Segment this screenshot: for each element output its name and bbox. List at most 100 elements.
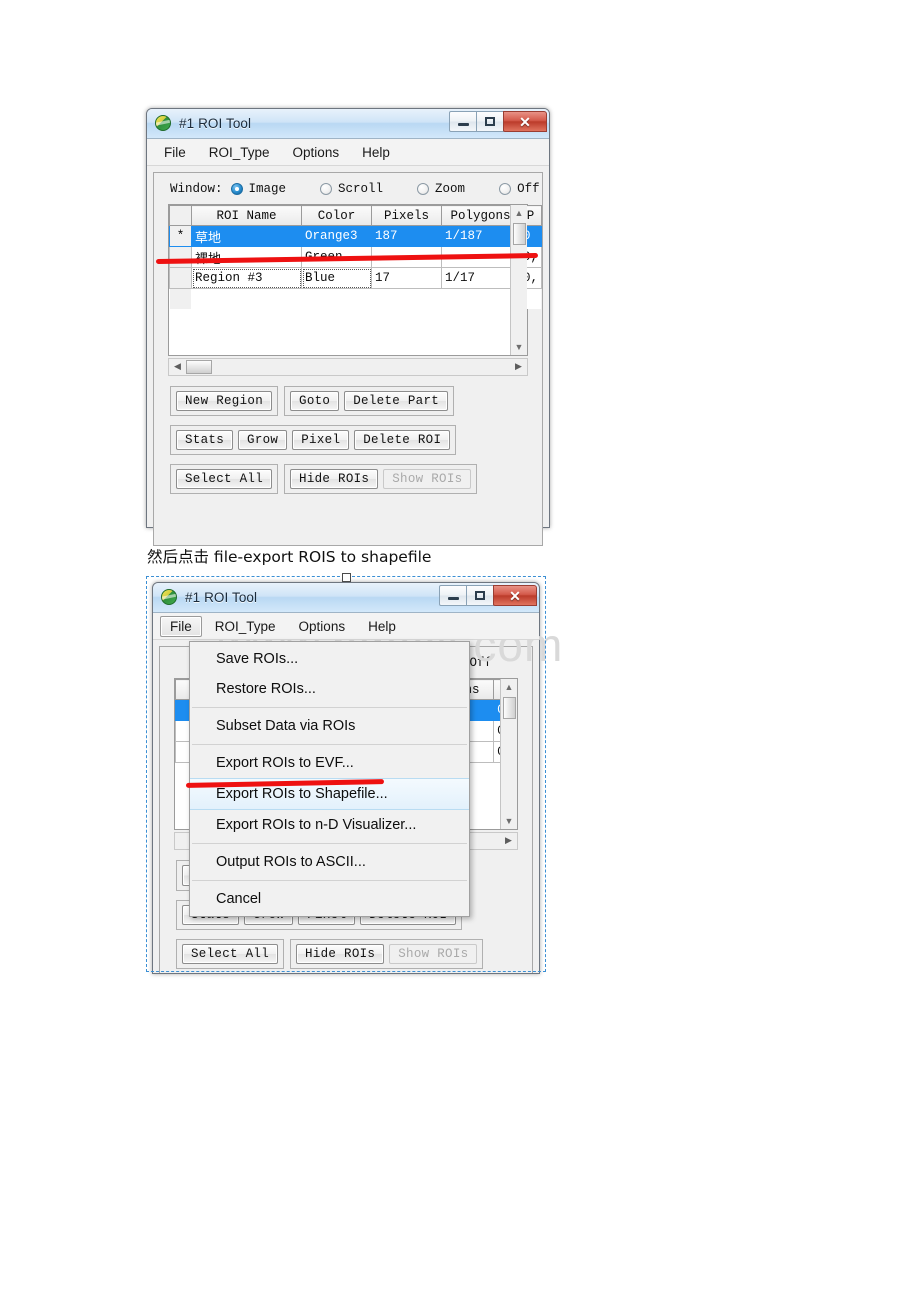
- caption-chinese-and-english: 然后点击 file-export ROIS to shapefile: [147, 548, 432, 566]
- goto-button[interactable]: Goto: [290, 391, 340, 411]
- col-polygons[interactable]: Polygons: [441, 205, 520, 226]
- minimize-button[interactable]: [439, 585, 467, 606]
- delete-roi-button[interactable]: Delete ROI: [354, 430, 451, 450]
- table-row[interactable]: 裸地 Green 0,: [169, 246, 542, 268]
- menu-options[interactable]: Options: [283, 142, 350, 163]
- row-color[interactable]: Green: [301, 246, 372, 268]
- menu-file[interactable]: File: [154, 142, 196, 163]
- hide-rois-button[interactable]: Hide ROIs: [296, 944, 385, 964]
- maximize-button[interactable]: [466, 585, 494, 606]
- show-rois-button: Show ROIs: [389, 944, 478, 964]
- roi-globe-icon: [155, 115, 172, 132]
- row-color[interactable]: Orange3: [301, 225, 372, 247]
- selection-handle-top[interactable]: [342, 573, 351, 582]
- col-pixels[interactable]: Pixels: [371, 205, 442, 226]
- menu-item-export-rois-to-nd-visualizer[interactable]: Export ROIs to n-D Visualizer...: [190, 810, 469, 840]
- button-row-3: Select All Hide ROIs Show ROIs: [170, 464, 526, 494]
- menu-options[interactable]: Options: [289, 616, 356, 637]
- menu-item-subset-data-via-rois[interactable]: Subset Data via ROIs: [190, 711, 469, 741]
- scroll-down-icon[interactable]: ▼: [501, 813, 517, 829]
- menu-roi-type[interactable]: ROI_Type: [205, 616, 286, 637]
- file-dropdown-menu[interactable]: Save ROIs... Restore ROIs... Subset Data…: [189, 641, 470, 917]
- scroll-up-icon[interactable]: ▲: [511, 205, 527, 221]
- col-mark[interactable]: [169, 205, 192, 226]
- menu-file[interactable]: File: [160, 615, 202, 637]
- radio-off-label: Off: [469, 656, 492, 670]
- vscroll-thumb[interactable]: [502, 697, 516, 719]
- scroll-right-icon[interactable]: ▶: [500, 836, 517, 846]
- radio-zoom-icon[interactable]: [417, 183, 430, 195]
- roi-table-container[interactable]: ROI Name Color Pixels Polygons P * 草地 Or…: [168, 204, 542, 356]
- menu-help[interactable]: Help: [352, 142, 400, 163]
- col-color[interactable]: Color: [301, 205, 372, 226]
- scroll-up-icon[interactable]: ▲: [501, 679, 517, 695]
- row-roi-name[interactable]: Region #3: [191, 267, 302, 289]
- roi-globe-icon: [161, 589, 178, 606]
- window-2-menubar[interactable]: File ROI_Type Options Help: [153, 613, 539, 640]
- roi-table[interactable]: ROI Name Color Pixels Polygons P * 草地 Or…: [169, 205, 542, 310]
- pixel-button[interactable]: Pixel: [292, 430, 350, 450]
- radio-option-scroll[interactable]: Scroll: [320, 182, 383, 196]
- window-2-controls[interactable]: ✕: [439, 585, 537, 606]
- radio-option-off[interactable]: Off: [499, 182, 540, 196]
- row-mark: [169, 267, 192, 289]
- window-mode-label: Window:: [170, 182, 223, 196]
- window-1-controls[interactable]: ✕: [449, 111, 547, 132]
- table-row[interactable]: Region #3 Blue 17 1/17 0,: [169, 267, 542, 289]
- col-roi-name[interactable]: ROI Name: [191, 205, 302, 226]
- row-polygons: 1/17: [441, 267, 520, 289]
- hscroll-thumb[interactable]: [186, 360, 212, 374]
- table-vertical-scrollbar[interactable]: ▲ ▼: [510, 205, 527, 355]
- grow-button[interactable]: Grow: [238, 430, 288, 450]
- button-row-3: Select All Hide ROIs Show ROIs: [176, 939, 516, 969]
- close-button[interactable]: ✕: [493, 585, 537, 606]
- menu-separator: [192, 843, 467, 844]
- scroll-down-icon[interactable]: ▼: [511, 339, 527, 355]
- window-1-titlebar[interactable]: #1 ROI Tool ✕: [147, 109, 549, 139]
- window-1-menubar[interactable]: File ROI_Type Options Help: [147, 139, 549, 166]
- button-group-region: New Region: [170, 386, 279, 416]
- radio-off-icon[interactable]: [499, 183, 512, 195]
- window-1-panel: Window: Image Scroll Zoom Off ROI Name C…: [153, 172, 543, 546]
- radio-option-image[interactable]: Image: [230, 182, 287, 196]
- roi-tool-window-1[interactable]: #1 ROI Tool ✕ File ROI_Type Options Help…: [146, 108, 550, 546]
- row-pixels: 187: [371, 225, 442, 247]
- new-region-button[interactable]: New Region: [176, 391, 273, 411]
- row-roi-name[interactable]: 裸地: [191, 246, 302, 268]
- table-row[interactable]: * 草地 Orange3 187 1/187 0: [169, 225, 542, 247]
- menu-roi-type[interactable]: ROI_Type: [199, 142, 280, 163]
- window-mode-radio-group[interactable]: Window: Image Scroll Zoom Off: [158, 179, 540, 204]
- row-polygons: 1/187: [441, 225, 520, 247]
- radio-image-label: Image: [248, 182, 287, 196]
- minimize-button[interactable]: [449, 111, 477, 132]
- menu-item-export-rois-to-evf[interactable]: Export ROIs to EVF...: [190, 748, 469, 778]
- close-button[interactable]: ✕: [503, 111, 547, 132]
- delete-part-button[interactable]: Delete Part: [344, 391, 449, 411]
- menu-item-cancel[interactable]: Cancel: [190, 884, 469, 914]
- radio-scroll-icon[interactable]: [320, 183, 333, 195]
- row-color[interactable]: Blue: [301, 267, 372, 289]
- menu-item-output-rois-to-ascii[interactable]: Output ROIs to ASCII...: [190, 847, 469, 877]
- select-all-button[interactable]: Select All: [176, 469, 273, 489]
- row-roi-name[interactable]: 草地: [191, 225, 302, 247]
- maximize-button[interactable]: [476, 111, 504, 132]
- vscroll-thumb[interactable]: [512, 223, 526, 245]
- table-vertical-scrollbar[interactable]: ▲ ▼: [500, 679, 517, 829]
- row-pixels: 17: [371, 267, 442, 289]
- radio-image-icon[interactable]: [230, 183, 243, 195]
- scroll-left-icon[interactable]: ◀: [169, 362, 186, 372]
- scroll-right-icon[interactable]: ▶: [510, 362, 527, 372]
- stats-button[interactable]: Stats: [176, 430, 234, 450]
- table-horizontal-scrollbar[interactable]: ◀ ▶: [168, 358, 528, 376]
- radio-option-zoom[interactable]: Zoom: [417, 182, 465, 196]
- button-group-visibility: Hide ROIs Show ROIs: [284, 464, 478, 494]
- menu-item-export-rois-to-shapefile[interactable]: Export ROIs to Shapefile...: [190, 778, 469, 810]
- hide-rois-button[interactable]: Hide ROIs: [290, 469, 379, 489]
- menu-help[interactable]: Help: [358, 616, 406, 637]
- button-group-visibility: Hide ROIs Show ROIs: [290, 939, 484, 969]
- caption-text: 然后点击 file-export ROIS to shapefile: [147, 545, 431, 567]
- menu-item-restore-rois[interactable]: Restore ROIs...: [190, 674, 469, 704]
- menu-item-save-rois[interactable]: Save ROIs...: [190, 644, 469, 674]
- select-all-button[interactable]: Select All: [182, 944, 279, 964]
- window-2-titlebar[interactable]: #1 ROI Tool ✕: [153, 583, 539, 613]
